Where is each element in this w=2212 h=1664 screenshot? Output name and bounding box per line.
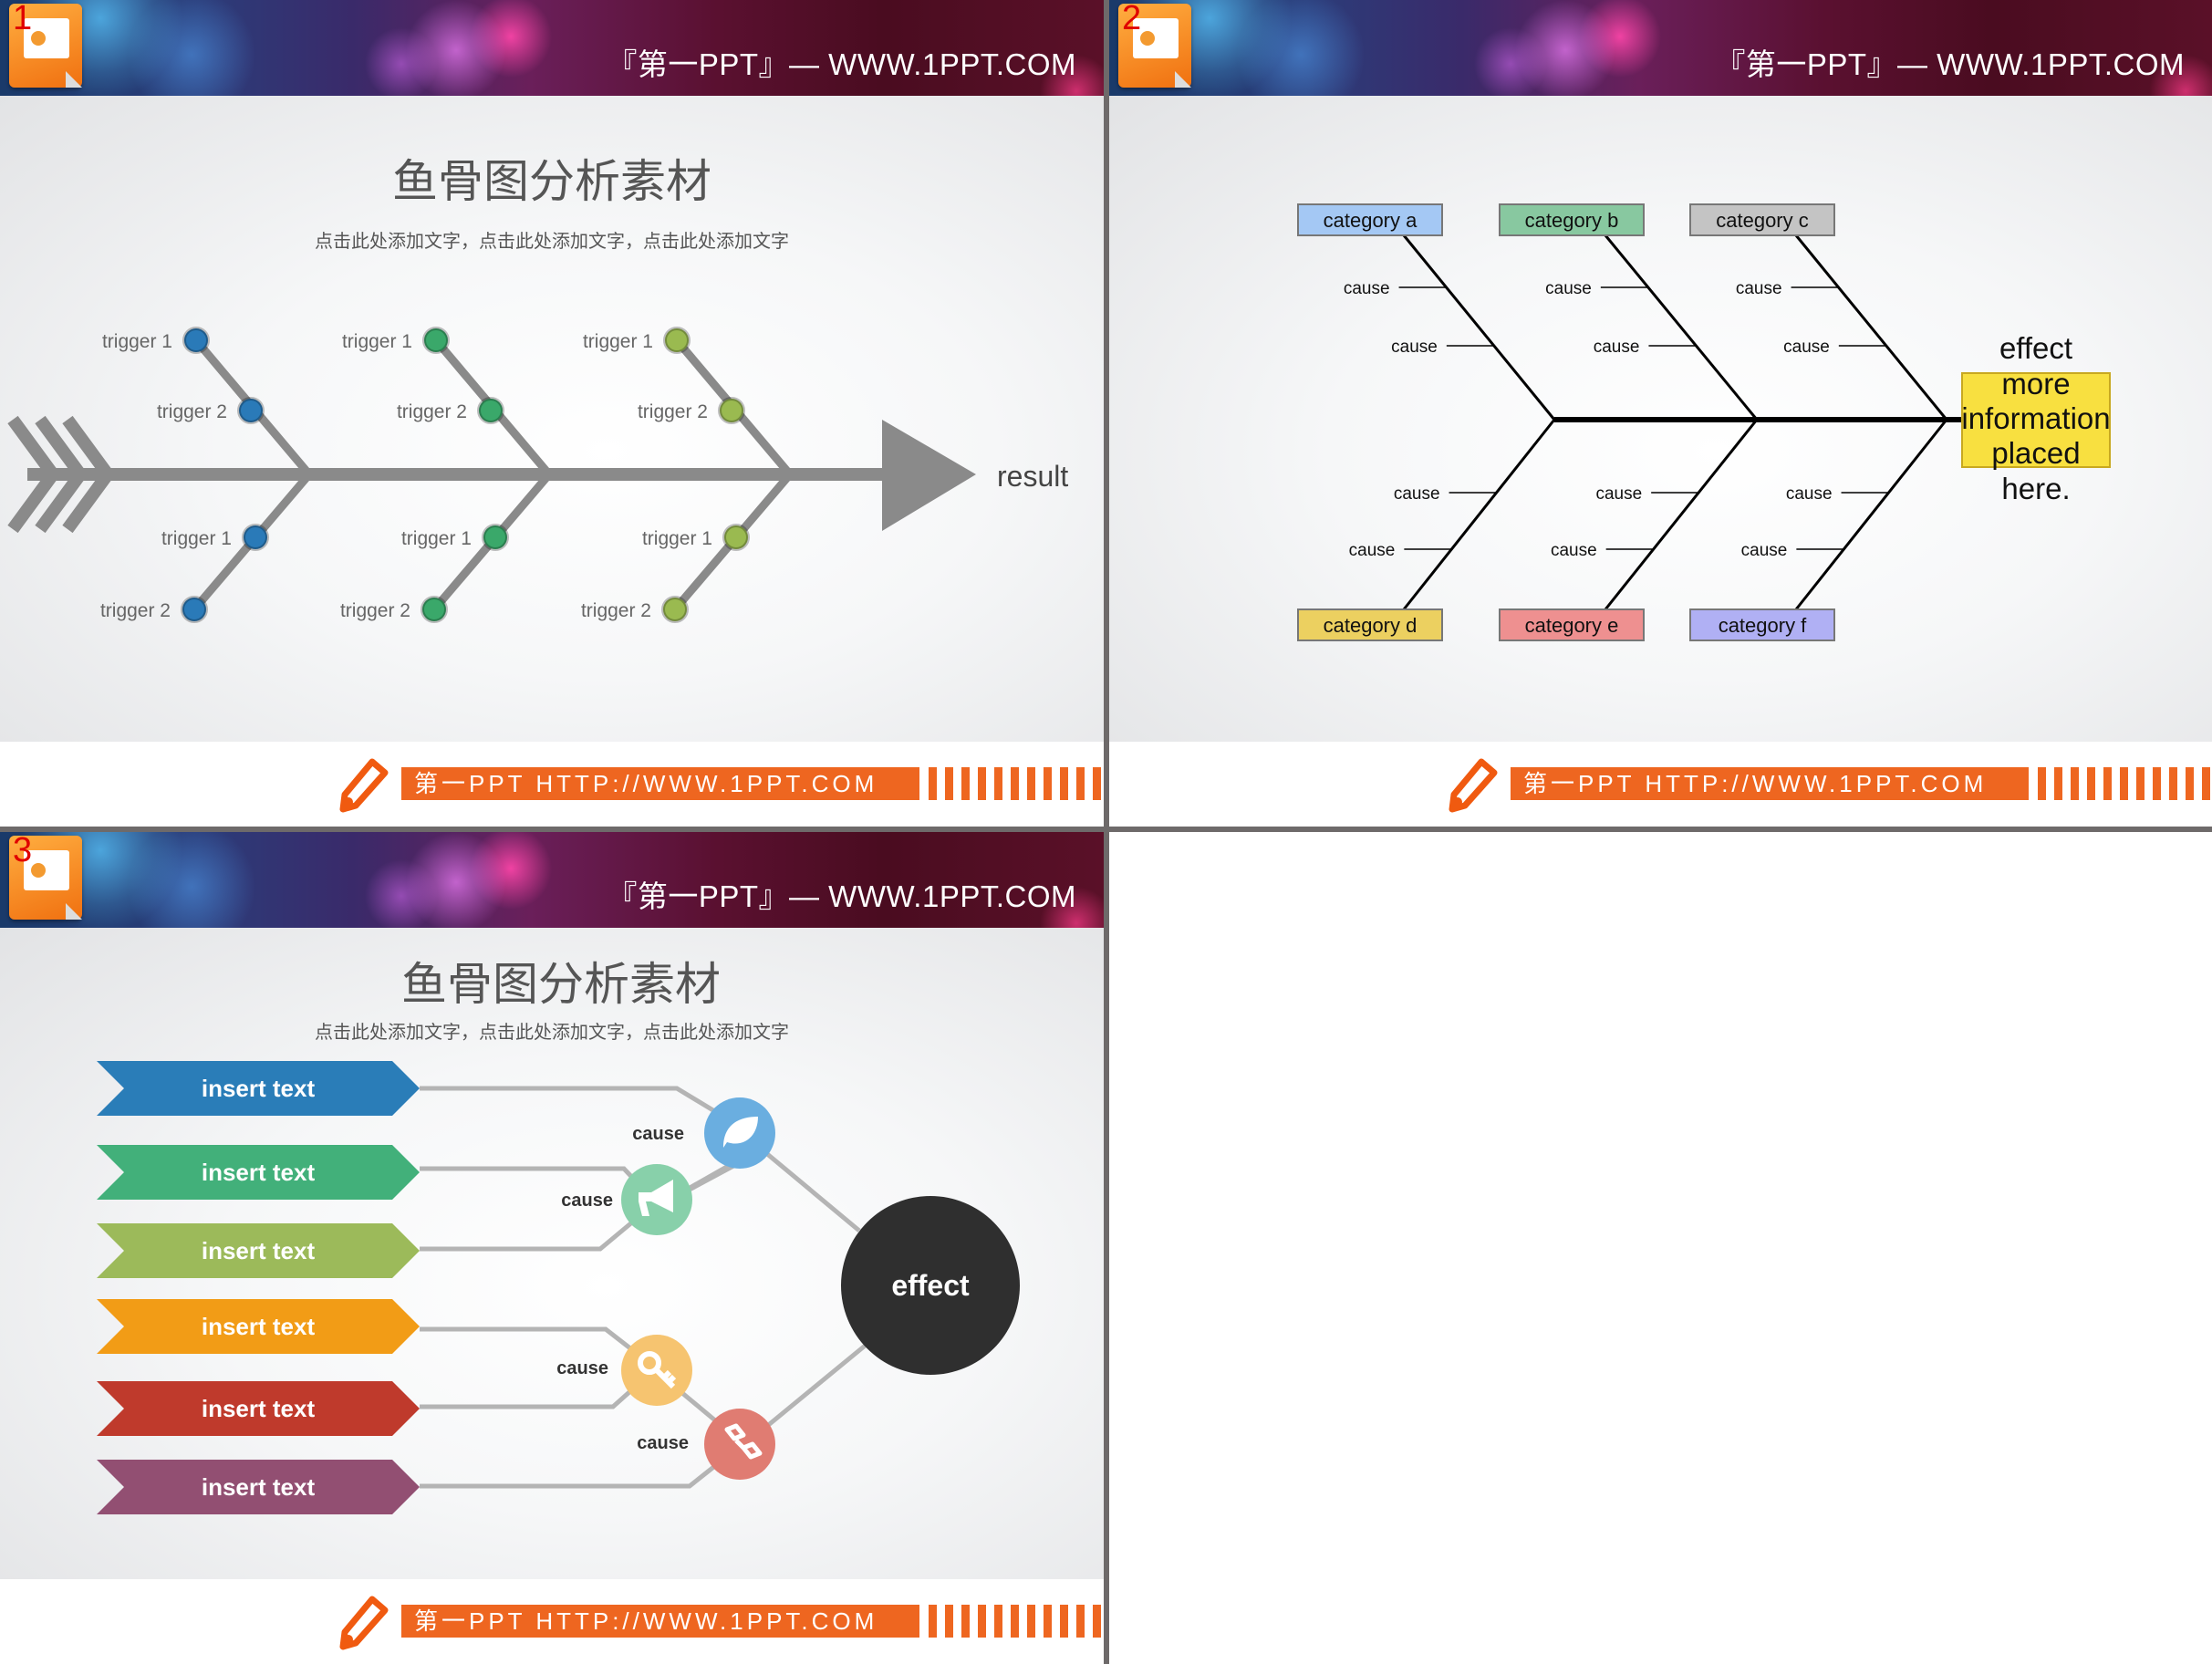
trigger-label: trigger 2 <box>397 401 467 422</box>
cause-label: cause <box>1349 541 1396 560</box>
cause-label: cause <box>1786 484 1833 504</box>
pencil-icon <box>1449 758 1498 813</box>
effect-text-line: effect <box>1999 331 2072 365</box>
cause-effect-diagram: insert text insert text insert text insert … <box>97 1061 1020 1514</box>
cause-label: cause <box>556 1358 608 1378</box>
trigger-dot <box>242 524 269 551</box>
trigger-label: trigger 1 <box>161 528 232 549</box>
fishbone-diagram: category a cause cause category b cause cause… <box>1297 203 2111 641</box>
category-label: category c <box>1716 209 1809 232</box>
connector-line <box>420 1215 640 1252</box>
slide-footer: 第一PPT HTTP://WWW.1PPT.COM <box>1109 742 2212 827</box>
footer-url-bar: 第一PPT HTTP://WWW.1PPT.COM <box>401 767 919 800</box>
cause-label: cause <box>1741 541 1788 560</box>
category-label: category e <box>1525 614 1619 637</box>
connector-line <box>420 1166 640 1186</box>
cause-label: cause <box>1783 338 1830 357</box>
category-label: category f <box>1719 614 1807 637</box>
footer-stripes <box>929 1605 1104 1638</box>
arrow-label: insert text <box>202 1313 316 1340</box>
category-bone <box>1604 234 1759 421</box>
arrow-label: insert text <box>202 1395 316 1422</box>
effect-label: effect <box>891 1269 970 1302</box>
effect-text-line: more <box>2001 367 2070 400</box>
connector-line <box>420 1382 640 1409</box>
category-bone <box>1794 234 1948 421</box>
slide-1[interactable]: 1 『第一PPT』— WWW.1PPT.COM 鱼骨图分析素材 点击此处添加文字… <box>0 0 1104 827</box>
trigger-dot <box>482 524 509 551</box>
connector-line <box>764 1341 870 1429</box>
footer-stripes <box>929 767 1104 800</box>
spine-arrowhead <box>882 420 976 531</box>
category-label: category b <box>1525 209 1619 232</box>
cause-label: cause <box>1595 484 1642 504</box>
connector-line <box>420 1460 722 1489</box>
trigger-dot <box>477 397 504 424</box>
cause-label: cause <box>1736 279 1782 298</box>
trigger-label: trigger 2 <box>581 600 651 621</box>
cause-label: cause <box>1394 484 1440 504</box>
category-label: category a <box>1324 209 1418 232</box>
footer-url-bar: 第一PPT HTTP://WWW.1PPT.COM <box>1511 767 2029 800</box>
cause-label: cause <box>637 1433 689 1453</box>
category-bone <box>1402 419 1556 610</box>
cause-label: cause <box>1344 279 1390 298</box>
category-label: category d <box>1324 614 1418 637</box>
trigger-label: trigger 2 <box>157 401 227 422</box>
slide-footer: 第一PPT HTTP://WWW.1PPT.COM <box>0 742 1104 827</box>
pencil-icon <box>339 758 389 813</box>
connector-line <box>420 1086 722 1118</box>
cause-label: cause <box>1391 338 1438 357</box>
category-bone <box>1794 419 1948 610</box>
trigger-label: trigger 1 <box>583 331 653 352</box>
trigger-label: trigger 2 <box>638 401 708 422</box>
result-label: result <box>997 460 1068 493</box>
effect-text-line: here. <box>2001 472 2070 505</box>
connector-line <box>675 1387 722 1427</box>
trigger-dot <box>718 397 745 424</box>
trigger-label: trigger 2 <box>100 600 171 621</box>
trigger-dot <box>237 397 265 424</box>
connector-line <box>764 1151 861 1232</box>
trigger-label: trigger 1 <box>401 528 472 549</box>
trigger-label: trigger 1 <box>102 331 172 352</box>
trigger-label: trigger 1 <box>642 528 712 549</box>
trigger-label: trigger 1 <box>342 331 412 352</box>
trigger-dot <box>181 596 208 623</box>
cause-label: cause <box>632 1124 684 1144</box>
trigger-label: trigger 2 <box>340 600 410 621</box>
trigger-dot <box>663 327 691 354</box>
pencil-icon <box>339 1596 389 1650</box>
footer-url-bar: 第一PPT HTTP://WWW.1PPT.COM <box>401 1605 919 1638</box>
fishbone-diagram: result trigger 1 trigger 2 trigger 1 trigger… <box>7 327 1068 623</box>
empty-slide-slot <box>1109 832 2212 1664</box>
trigger-dot <box>421 596 448 623</box>
trigger-dot <box>422 327 450 354</box>
slide-3[interactable]: 3 『第一PPT』— WWW.1PPT.COM 鱼骨图分析素材 点击此处添加文字… <box>0 832 1104 1664</box>
slide-footer: 第一PPT HTTP://WWW.1PPT.COM <box>0 1579 1104 1664</box>
arrow-label: insert text <box>202 1237 316 1264</box>
slide-2[interactable]: 2 『第一PPT』— WWW.1PPT.COM category a cause c… <box>1109 0 2212 827</box>
arrow-label: insert text <box>202 1473 316 1501</box>
trigger-dot <box>722 524 750 551</box>
trigger-dot <box>182 327 210 354</box>
effect-text-line: placed <box>1991 436 2080 470</box>
cause-label: cause <box>561 1191 613 1211</box>
category-bone <box>1604 419 1759 610</box>
cause-label: cause <box>1551 541 1597 560</box>
arrow-label: insert text <box>202 1159 316 1186</box>
footer-stripes <box>2038 767 2212 800</box>
cause-label: cause <box>1545 279 1592 298</box>
effect-text-line: information <box>1961 401 2110 435</box>
connector-line <box>420 1326 640 1357</box>
trigger-dot <box>661 596 689 623</box>
category-bone <box>1402 234 1556 421</box>
arrow-label: insert text <box>202 1075 316 1102</box>
cause-label: cause <box>1594 338 1640 357</box>
